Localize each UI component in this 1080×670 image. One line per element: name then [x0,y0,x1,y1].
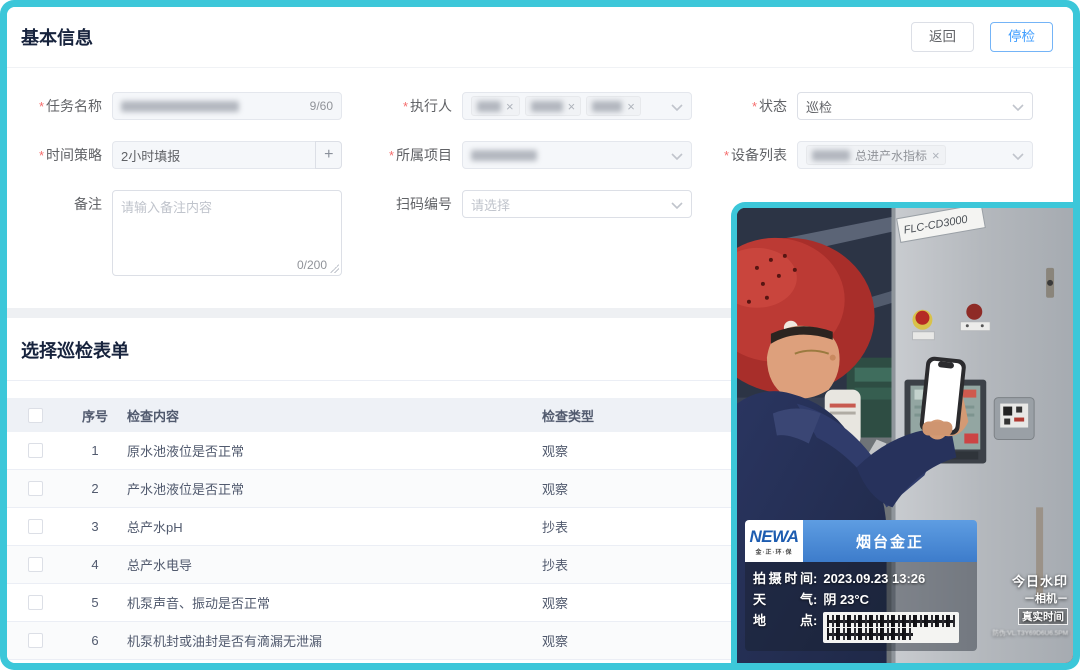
location-row: 地点: [753,610,969,643]
row-checkbox[interactable] [28,481,43,496]
device-list-label: 设备列表 [731,147,787,163]
row-checkbox[interactable] [28,633,43,648]
tag-remove-icon[interactable]: × [568,100,576,113]
page-title: 基本信息 [21,24,93,50]
device-list-multiselect[interactable]: 总进产水指标 × [797,141,1033,169]
field-executor: *执行人 × × × [352,92,699,121]
scan-code-placeholder: 请选择 [471,195,510,214]
back-button[interactable]: 返回 [911,22,974,52]
weather-row: 天气: 阴 23°C [753,589,969,610]
field-scan-code: 扫码编号 请选择 [352,190,699,276]
photo-watermark: NEWA 金·正·环·保 烟台金正 拍摄时间: 2023.09.23 13:26… [745,520,977,651]
row-checkbox[interactable] [28,519,43,534]
row-content: 总产水电导 [127,555,542,574]
chevron-down-icon [671,99,683,114]
row-checkbox[interactable] [28,443,43,458]
row-no: 5 [63,595,127,610]
weather-value: 阴 23°C [823,589,869,610]
field-status: *状态 巡检 [699,92,1049,121]
row-no: 4 [63,557,127,572]
remark-textarea[interactable]: 请输入备注内容 0/200 [112,190,342,276]
executor-tag: × [525,96,582,116]
remark-label: 备注 [74,196,102,212]
row-no: 6 [63,633,127,648]
select-all-checkbox[interactable] [28,408,43,423]
device-tag: 总进产水指标 × [806,145,946,165]
redacted-task-name [121,101,239,112]
site-photo-overlay: FLC-CD3000 [731,202,1073,663]
row-no: 2 [63,481,127,496]
resize-handle-icon[interactable] [330,264,339,273]
scan-code-label: 扫码编号 [396,196,452,212]
remark-placeholder: 请输入备注内容 [121,200,212,215]
row-content: 总产水pH [127,517,542,536]
status-value: 巡检 [806,97,832,116]
device-tag-text: 总进产水指标 [855,147,927,164]
status-label: 状态 [759,98,787,114]
newa-logo: NEWA 金·正·环·保 [745,520,803,562]
stop-inspection-button[interactable]: 停检 [990,22,1053,52]
time-strategy-value: 2小时填报 [121,146,180,165]
row-checkbox[interactable] [28,557,43,572]
row-content: 产水池液位是否正常 [127,479,542,498]
field-task-name: *任务名称 9/60 [7,92,352,121]
row-content: 机泵声音、振动是否正常 [127,593,542,612]
time-strategy-label: 时间策略 [46,147,102,163]
row-checkbox[interactable] [28,595,43,610]
field-project: *所属项目 [352,141,699,170]
shoot-time-value: 2023.09.23 13:26 [823,568,925,589]
task-name-input[interactable]: 9/60 [112,92,342,120]
required-mark: * [39,99,44,114]
watermark-app-stamp: 今日水印 －相机－ 真实时间 防伪:VL.T3Y69D6U6.5PM [992,571,1068,637]
real-time-badge: 真实时间 [1018,608,1068,625]
time-strategy-input[interactable]: 2小时填报 [112,141,315,169]
anti-fake-code: 防伪:VL.T3Y69D6U6.5PM [992,627,1068,637]
column-header-content: 检查内容 [127,406,542,425]
row-content: 机泵机封或油封是否有滴漏无泄漏 [127,631,542,650]
status-select[interactable]: 巡检 [797,92,1033,120]
field-device-list: *设备列表 总进产水指标× [699,141,1049,170]
company-name: 烟台金正 [803,520,977,562]
executor-multiselect[interactable]: × × × [462,92,692,120]
chevron-down-icon [671,197,683,212]
chevron-down-icon [1012,148,1024,163]
scan-code-select[interactable]: 请选择 [462,190,692,218]
add-time-strategy-button[interactable]: + [315,141,342,169]
chevron-down-icon [1012,99,1024,114]
tag-remove-icon[interactable]: × [932,149,940,162]
shoot-time-row: 拍摄时间: 2023.09.23 13:26 [753,568,969,589]
tag-remove-icon[interactable]: × [627,100,635,113]
project-label: 所属项目 [396,147,452,163]
row-no: 1 [63,443,127,458]
remark-counter: 0/200 [297,258,327,272]
app-window: 基本信息 返回 停检 *任务名称 9/60 * 执行人 [0,0,1080,670]
column-header-no: 序号 [63,406,127,425]
redacted-location [823,612,959,643]
field-remark: 备注 请输入备注内容 0/200 [7,190,352,276]
executor-tag: × [586,96,641,116]
row-no: 3 [63,519,127,534]
tag-remove-icon[interactable]: × [506,100,514,113]
project-select[interactable] [462,141,692,169]
row-content: 原水池液位是否正常 [127,441,542,460]
field-time-strategy: *时间策略 2小时填报 + [7,141,352,170]
task-name-label: 任务名称 [46,98,102,114]
task-name-counter: 9/60 [310,93,333,119]
chevron-down-icon [671,148,683,163]
executor-label: 执行人 [410,98,452,114]
executor-tag: × [471,96,520,116]
redacted-project-name [471,150,537,161]
